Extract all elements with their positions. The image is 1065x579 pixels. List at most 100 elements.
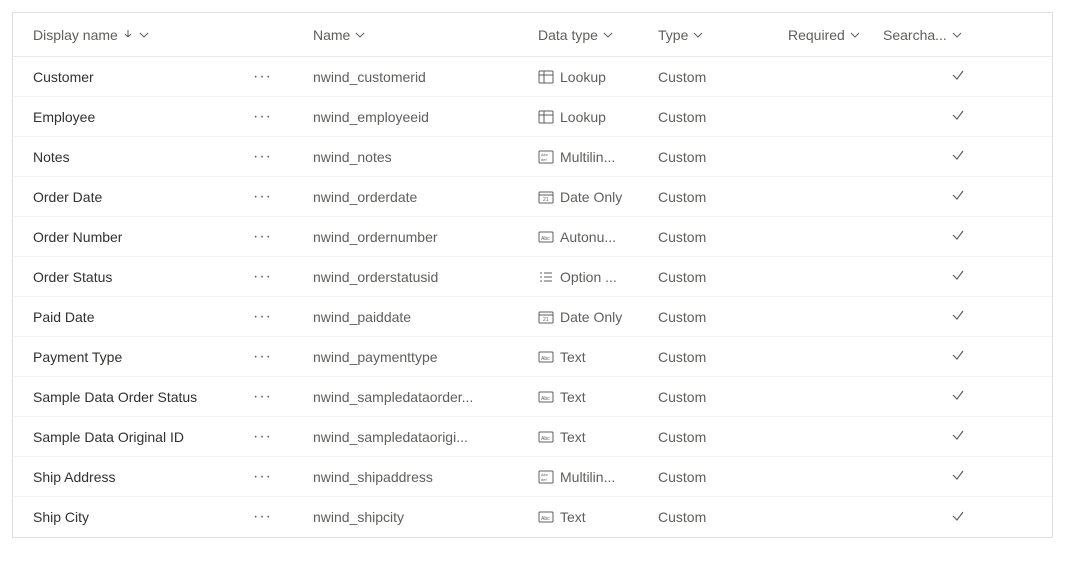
- cell-type: Custom: [658, 509, 788, 525]
- table-row[interactable]: Sample Data Order Status ··· nwind_sampl…: [13, 377, 1052, 417]
- name-text: nwind_shipcity: [313, 509, 530, 525]
- cell-display-name[interactable]: Ship City: [33, 509, 253, 525]
- table-row[interactable]: Ship Address ··· nwind_shipaddress Multi…: [13, 457, 1052, 497]
- cell-type: Custom: [658, 349, 788, 365]
- cell-display-name[interactable]: Employee: [33, 109, 253, 125]
- cell-searchable: [883, 188, 1032, 205]
- row-actions-button[interactable]: ···: [253, 468, 313, 486]
- cell-display-name[interactable]: Paid Date: [33, 309, 253, 325]
- multiline-icon: [538, 470, 554, 484]
- table-row[interactable]: Order Number ··· nwind_ordernumber Auton…: [13, 217, 1052, 257]
- row-actions-button[interactable]: ···: [253, 188, 313, 206]
- date-icon: [538, 190, 554, 204]
- row-actions-button[interactable]: ···: [253, 348, 313, 366]
- row-actions-button[interactable]: ···: [253, 108, 313, 126]
- check-icon: [951, 268, 965, 285]
- more-icon: ···: [253, 268, 272, 286]
- display-name-text: Order Number: [33, 229, 122, 245]
- cell-data-type: Option ...: [538, 269, 658, 285]
- display-name-text: Paid Date: [33, 309, 94, 325]
- cell-display-name[interactable]: Order Date: [33, 189, 253, 205]
- more-icon: ···: [253, 428, 272, 446]
- lookup-icon: [538, 110, 554, 124]
- header-searchable[interactable]: Searcha...: [883, 27, 1032, 43]
- check-icon: [951, 348, 965, 365]
- data-type-text: Text: [560, 509, 586, 525]
- cell-data-type: Text: [538, 509, 658, 525]
- data-type-text: Option ...: [560, 269, 617, 285]
- row-actions-button[interactable]: ···: [253, 508, 313, 526]
- cell-type: Custom: [658, 69, 788, 85]
- row-actions-button[interactable]: ···: [253, 428, 313, 446]
- row-actions-button[interactable]: ···: [253, 68, 313, 86]
- header-data-type[interactable]: Data type: [538, 27, 658, 43]
- table-row[interactable]: Order Date ··· nwind_orderdate Date Only…: [13, 177, 1052, 217]
- check-icon: [951, 188, 965, 205]
- name-text: nwind_paymenttype: [313, 349, 530, 365]
- table-row[interactable]: Order Status ··· nwind_orderstatusid Opt…: [13, 257, 1052, 297]
- cell-type: Custom: [658, 229, 788, 245]
- cell-display-name[interactable]: Sample Data Original ID: [33, 429, 253, 445]
- cell-name: nwind_paiddate: [313, 309, 538, 325]
- text-icon: [538, 510, 554, 524]
- table-row[interactable]: Sample Data Original ID ··· nwind_sample…: [13, 417, 1052, 457]
- cell-searchable: [883, 468, 1032, 485]
- cell-data-type: Multilin...: [538, 149, 658, 165]
- cell-data-type: Multilin...: [538, 469, 658, 485]
- cell-display-name[interactable]: Notes: [33, 149, 253, 165]
- cell-searchable: [883, 268, 1032, 285]
- display-name-text: Employee: [33, 109, 95, 125]
- cell-data-type: Text: [538, 349, 658, 365]
- header-type[interactable]: Type: [658, 27, 788, 43]
- cell-display-name[interactable]: Payment Type: [33, 349, 253, 365]
- cell-searchable: [883, 348, 1032, 365]
- cell-searchable: [883, 108, 1032, 125]
- cell-searchable: [883, 308, 1032, 325]
- table-row[interactable]: Payment Type ··· nwind_paymenttype Text …: [13, 337, 1052, 377]
- table-row[interactable]: Paid Date ··· nwind_paiddate Date Only C…: [13, 297, 1052, 337]
- header-display-name[interactable]: Display name: [33, 27, 253, 43]
- cell-name: nwind_shipaddress: [313, 469, 538, 485]
- cell-type: Custom: [658, 429, 788, 445]
- type-text: Custom: [658, 69, 706, 85]
- date-icon: [538, 310, 554, 324]
- check-icon: [951, 228, 965, 245]
- header-data-type-label: Data type: [538, 27, 598, 43]
- lookup-icon: [538, 70, 554, 84]
- cell-searchable: [883, 388, 1032, 405]
- row-actions-button[interactable]: ···: [253, 308, 313, 326]
- cell-display-name[interactable]: Sample Data Order Status: [33, 389, 253, 405]
- cell-type: Custom: [658, 269, 788, 285]
- more-icon: ···: [253, 228, 272, 246]
- name-text: nwind_customerid: [313, 69, 530, 85]
- table-row[interactable]: Notes ··· nwind_notes Multilin... Custom: [13, 137, 1052, 177]
- table-row[interactable]: Employee ··· nwind_employeeid Lookup Cus…: [13, 97, 1052, 137]
- row-actions-button[interactable]: ···: [253, 268, 313, 286]
- table-row[interactable]: Customer ··· nwind_customerid Lookup Cus…: [13, 57, 1052, 97]
- check-icon: [951, 468, 965, 485]
- row-actions-button[interactable]: ···: [253, 148, 313, 166]
- header-required[interactable]: Required: [788, 27, 883, 43]
- check-icon: [951, 68, 965, 85]
- check-icon: [951, 308, 965, 325]
- cell-display-name[interactable]: Order Number: [33, 229, 253, 245]
- cell-data-type: Lookup: [538, 69, 658, 85]
- row-actions-button[interactable]: ···: [253, 228, 313, 246]
- type-text: Custom: [658, 389, 706, 405]
- cell-data-type: Text: [538, 429, 658, 445]
- display-name-text: Order Status: [33, 269, 112, 285]
- header-name[interactable]: Name: [313, 27, 538, 43]
- data-type-text: Text: [560, 389, 586, 405]
- name-text: nwind_sampledataorder...: [313, 389, 530, 405]
- header-display-name-label: Display name: [33, 27, 118, 43]
- cell-display-name[interactable]: Ship Address: [33, 469, 253, 485]
- cell-searchable: [883, 68, 1032, 85]
- type-text: Custom: [658, 469, 706, 485]
- table-row[interactable]: Ship City ··· nwind_shipcity Text Custom: [13, 497, 1052, 537]
- type-text: Custom: [658, 269, 706, 285]
- cell-data-type: Date Only: [538, 189, 658, 205]
- cell-display-name[interactable]: Customer: [33, 69, 253, 85]
- row-actions-button[interactable]: ···: [253, 388, 313, 406]
- text-icon: [538, 350, 554, 364]
- cell-display-name[interactable]: Order Status: [33, 269, 253, 285]
